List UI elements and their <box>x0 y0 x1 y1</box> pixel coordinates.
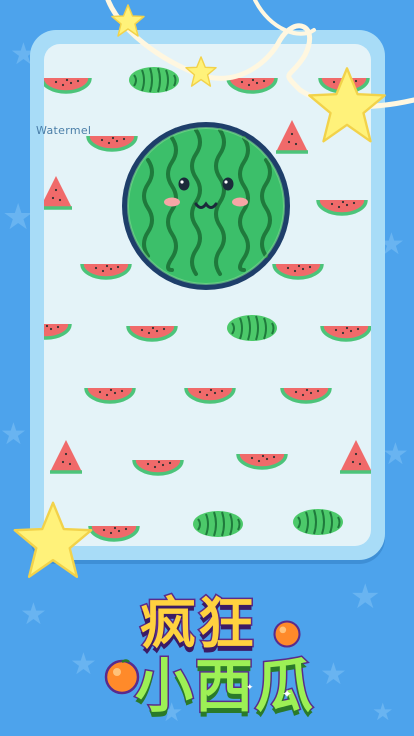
star-icon <box>185 56 217 87</box>
orange-icon <box>273 620 301 648</box>
sparkle-icon: ✦ <box>246 683 254 693</box>
orange-icon <box>104 659 140 695</box>
game-logo: 疯狂 小西瓜 ✦ ✦ <box>0 575 414 725</box>
sparkle-icon: ✦ <box>282 687 293 701</box>
logo-title-line2: 小西瓜 <box>133 651 316 722</box>
star-icon <box>13 501 93 579</box>
star-icon <box>111 4 145 37</box>
star-icon <box>308 67 386 143</box>
